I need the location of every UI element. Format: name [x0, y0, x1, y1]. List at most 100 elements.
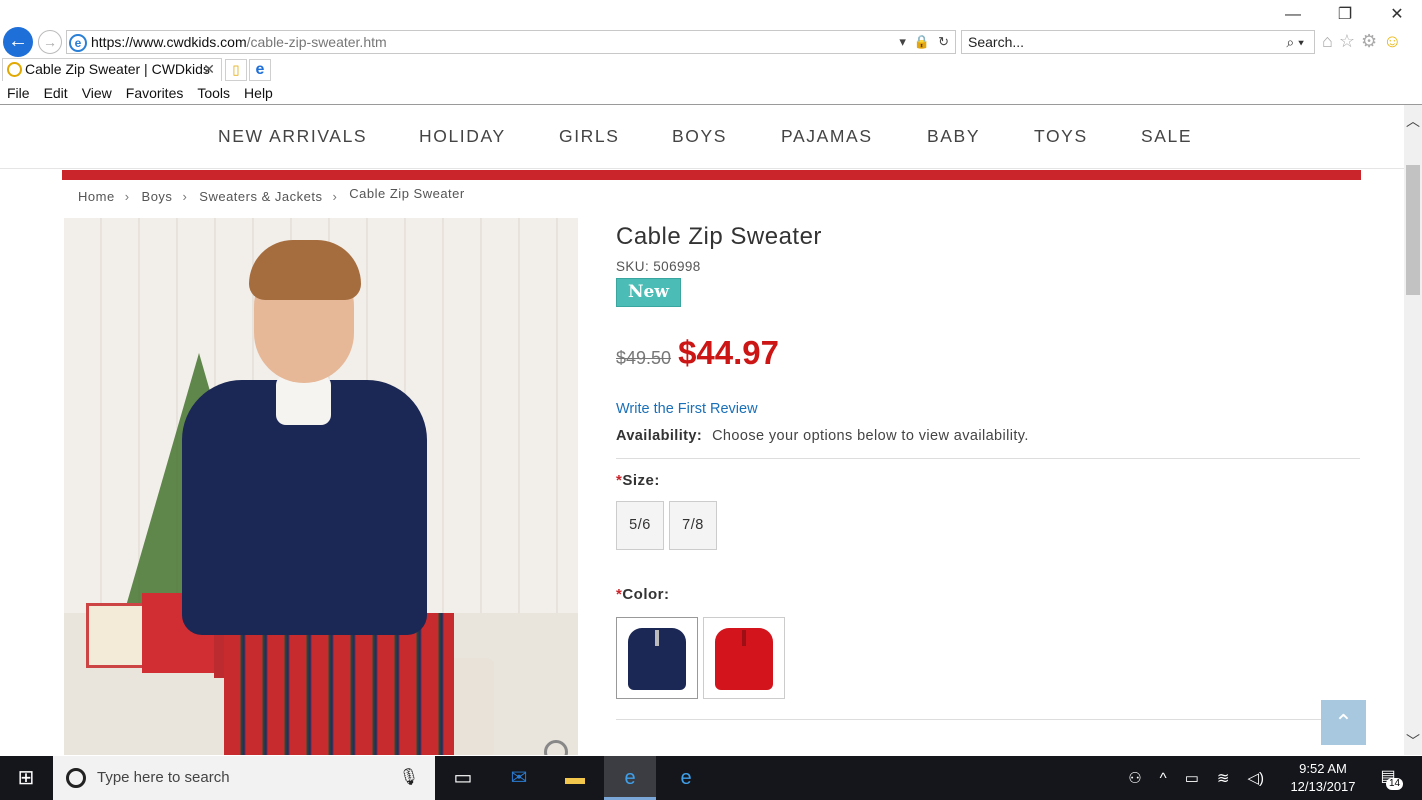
taskbar-search-placeholder: Type here to search — [97, 769, 230, 786]
task-view-icon[interactable]: ▭ — [437, 756, 489, 800]
menu-edit[interactable]: Edit — [37, 84, 75, 104]
volume-icon[interactable]: ◁) — [1247, 769, 1264, 787]
divider — [616, 719, 1360, 720]
feedback-smiley-icon[interactable]: ☺ — [1383, 31, 1401, 52]
photo-hair — [249, 240, 361, 300]
clock[interactable]: 9:52 AM 12/13/2017 — [1288, 760, 1358, 796]
notifications-icon[interactable]: ▤ 14 — [1376, 766, 1404, 790]
microphone-icon[interactable]: 🎙 — [399, 756, 419, 800]
scroll-up-icon[interactable]: ︿ — [1404, 111, 1422, 131]
product-image[interactable] — [64, 218, 578, 755]
tab-active[interactable]: Cable Zip Sweater | CWDkids ✕ — [2, 58, 222, 81]
nav-girls[interactable]: GIRLS — [559, 126, 620, 147]
zipper-detail — [655, 630, 659, 646]
nav-new-arrivals[interactable]: NEW ARRIVALS — [218, 126, 367, 147]
tab-favicon-icon — [7, 62, 22, 77]
nav-holiday[interactable]: HOLIDAY — [419, 126, 506, 147]
write-review-link[interactable]: Write the First Review — [616, 401, 1360, 417]
size-label: *Size: — [616, 472, 1360, 489]
chevron-up-icon[interactable]: ^ — [1160, 770, 1167, 787]
nav-toys[interactable]: TOYS — [1034, 126, 1088, 147]
nav-pajamas[interactable]: PAJAMAS — [781, 126, 873, 147]
minimize-icon[interactable]: — — [1282, 4, 1304, 26]
restore-icon[interactable]: ❐ — [1334, 4, 1356, 26]
file-explorer-icon[interactable]: ▬ — [549, 756, 601, 800]
size-option-5-6[interactable]: 5/6 — [616, 501, 664, 550]
nav-baby[interactable]: BABY — [927, 126, 980, 147]
page-scrollbar[interactable]: ︿ ﹀ — [1404, 105, 1422, 755]
breadcrumb-home[interactable]: Home — [78, 189, 115, 204]
lock-icon[interactable]: 🔒 — [914, 31, 930, 53]
breadcrumb-current: Cable Zip Sweater — [349, 186, 465, 201]
scrollbar-thumb[interactable] — [1406, 165, 1420, 295]
menu-view[interactable]: View — [75, 84, 119, 104]
windows-start-icon[interactable]: ⊞ — [0, 756, 52, 800]
breadcrumb-boys[interactable]: Boys — [142, 189, 173, 204]
breadcrumb: Home › Boys › Sweaters & Jackets › Cable… — [78, 186, 475, 204]
dropdown-icon[interactable]: ▾ — [899, 31, 906, 53]
favorites-star-icon[interactable]: ☆ — [1339, 31, 1355, 52]
tab-title: Cable Zip Sweater | CWDkids — [25, 61, 210, 77]
settings-gear-icon[interactable]: ⚙ — [1361, 31, 1377, 52]
availability-label: Availability: — [616, 428, 703, 444]
tab-close-icon[interactable]: ✕ — [203, 59, 215, 80]
original-price: $49.50 — [616, 348, 672, 368]
menu-favorites[interactable]: Favorites — [119, 84, 191, 104]
nav-boys[interactable]: BOYS — [672, 126, 727, 147]
edge-taskbar-icon[interactable]: e — [660, 756, 712, 800]
color-swatch-red[interactable] — [703, 617, 785, 699]
browser-search-input[interactable]: Search... ⌕ ▾ — [961, 30, 1315, 54]
toolbar-icons: ⌂ ☆ ⚙ ☺ — [1322, 31, 1402, 52]
url-text[interactable]: https://www.cwdkids.com/cable-zip-sweate… — [91, 31, 387, 53]
internet-explorer-icon[interactable]: e — [604, 756, 656, 800]
price-block: $49.50 $44.97 — [616, 334, 1360, 372]
chevron-right-icon: › — [332, 189, 338, 204]
sale-price: $44.97 — [678, 334, 779, 371]
nav-sale[interactable]: SALE — [1141, 126, 1192, 147]
product-sku: SKU: 506998 — [616, 259, 701, 274]
search-placeholder: Search... — [968, 34, 1025, 50]
color-label: *Color: — [616, 586, 1360, 603]
forward-arrow-icon[interactable]: → — [38, 30, 62, 54]
availability-text: Choose your options below to view availa… — [712, 428, 1029, 444]
product-title: Cable Zip Sweater — [616, 223, 822, 250]
back-to-top-button[interactable]: ⌃ — [1321, 700, 1366, 745]
web-page: NEW ARRIVALS HOLIDAY GIRLS BOYS PAJAMAS … — [0, 105, 1404, 755]
accent-bar — [62, 170, 1361, 180]
windows-taskbar: ⊞ Type here to search 🎙 ▭ ✉ ▬ e e ⚇ ^ ▭ … — [0, 756, 1422, 800]
address-bar[interactable]: e https://www.cwdkids.com/cable-zip-swea… — [66, 30, 956, 54]
refresh-icon[interactable]: ↻ — [938, 31, 949, 53]
clock-date: 12/13/2017 — [1290, 779, 1356, 794]
divider — [616, 458, 1360, 459]
cortana-icon — [66, 768, 86, 788]
url-host: https://www.cwdkids.com — [91, 34, 247, 50]
product-info: Cable Zip Sweater SKU: 506998 New $49.50… — [616, 223, 1360, 720]
back-arrow-icon[interactable]: ← — [3, 27, 33, 57]
search-icon[interactable]: ⌕ ▾ — [1286, 31, 1304, 53]
menu-file[interactable]: File — [0, 84, 37, 104]
tab-strip: Cable Zip Sweater | CWDkids ✕ ▯ e — [0, 58, 1422, 82]
home-icon[interactable]: ⌂ — [1322, 31, 1333, 52]
color-swatch-navy[interactable] — [616, 617, 698, 699]
size-label-text: Size: — [622, 472, 660, 489]
window-controls: — ❐ ✕ — [1282, 4, 1408, 26]
size-option-7-8[interactable]: 7/8 — [669, 501, 717, 550]
close-icon[interactable]: ✕ — [1386, 4, 1408, 26]
new-tab-icon[interactable]: ▯ — [225, 59, 247, 81]
outlook-icon[interactable]: ✉ — [493, 756, 545, 800]
people-icon[interactable]: ⚇ — [1128, 769, 1141, 787]
notification-count: 14 — [1386, 778, 1404, 790]
scroll-down-icon[interactable]: ﹀ — [1404, 731, 1422, 751]
size-options: 5/6 7/8 — [616, 501, 1360, 550]
chevron-right-icon: › — [182, 189, 188, 204]
url-path: /cable-zip-sweater.htm — [246, 34, 387, 50]
menu-tools[interactable]: Tools — [190, 84, 237, 104]
taskbar-search-input[interactable]: Type here to search 🎙 — [53, 756, 435, 800]
color-options — [616, 617, 1360, 699]
wifi-icon[interactable]: ≋ — [1217, 769, 1230, 787]
battery-icon[interactable]: ▭ — [1185, 769, 1199, 787]
edge-icon[interactable]: e — [249, 59, 271, 81]
browser-chrome: — ❐ ✕ ← → e https://www.cwdkids.com/cabl… — [0, 0, 1422, 105]
menu-help[interactable]: Help — [237, 84, 280, 104]
breadcrumb-sweaters[interactable]: Sweaters & Jackets — [199, 189, 322, 204]
